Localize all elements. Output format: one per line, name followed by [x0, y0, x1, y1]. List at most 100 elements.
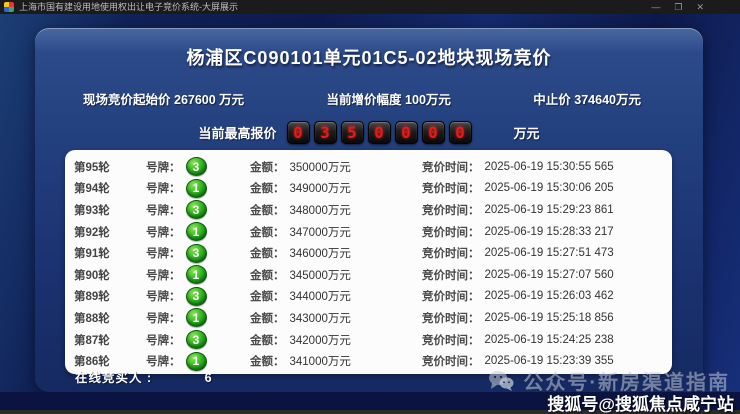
round-label: 第93轮 — [74, 204, 110, 217]
table-row: 第95轮 号牌： 3 金额： 350000万元 竞价时间： 2025-06-19… — [65, 156, 672, 178]
table-row: 第92轮 号牌： 1 金额： 347000万元 竞价时间： 2025-06-19… — [65, 221, 672, 243]
start-price-value: 267600 万元 — [174, 93, 245, 107]
window-titlebar: 上海市国有建设用地使用权出让电子竞价系统-大屏展示 — ❐ ✕ — [0, 0, 740, 14]
round-label: 第94轮 — [74, 183, 110, 196]
round-label: 第90轮 — [74, 269, 110, 282]
window-title: 上海市国有建设用地使用权出让电子竞价系统-大屏展示 — [19, 2, 238, 12]
maximize-button[interactable]: ❐ — [674, 0, 682, 14]
app-icon — [4, 2, 14, 12]
amount-cell: 金额： 347000万元 — [250, 224, 422, 240]
paddle-cell: 号牌： 3 — [146, 200, 250, 220]
bid-digit: 0 — [448, 121, 472, 144]
online-bidders: 在线竞买人 : 6 — [75, 367, 213, 386]
table-row: 第91轮 号牌： 3 金额： 346000万元 竞价时间： 2025-06-19… — [65, 242, 672, 264]
wechat-icon — [489, 370, 514, 391]
amount-cell: 金额： 342000万元 — [250, 332, 422, 348]
paddle-cell: 号牌： 3 — [146, 286, 250, 306]
start-price: 现场竞价起始价 267600 万元 — [83, 89, 244, 108]
increment-label: 当前增价幅度 — [326, 93, 402, 107]
amount-label: 金额： — [250, 334, 285, 347]
paddle-label: 号牌： — [146, 226, 181, 239]
paddle-cell: 号牌： 1 — [146, 265, 250, 285]
table-row: 第88轮 号牌： 1 金额： 343000万元 竞价时间： 2025-06-19… — [65, 307, 672, 329]
stop-price-value: 374640万元 — [574, 93, 641, 107]
amount-label: 金额： — [250, 356, 285, 369]
bid-digit: 0 — [367, 121, 391, 144]
time-value: 2025-06-19 15:24:25 238 — [484, 333, 614, 346]
time-value: 2025-06-19 15:28:33 217 — [484, 225, 614, 238]
online-bidders-value: 6 — [204, 371, 213, 385]
paddle-label: 号牌： — [146, 269, 181, 282]
amount-label: 金额： — [250, 161, 285, 174]
time-label: 竞价时间： — [422, 204, 480, 217]
highest-bid-unit: 万元 — [513, 126, 540, 141]
amount-label: 金额： — [250, 183, 285, 196]
amount-cell: 金额： 341000万元 — [250, 353, 422, 369]
paddle-badge: 3 — [185, 200, 207, 220]
amount-value: 341000万元 — [289, 356, 351, 369]
amount-value: 343000万元 — [289, 312, 351, 325]
time-value: 2025-06-19 15:27:07 560 — [484, 268, 614, 281]
bid-digit: 0 — [286, 121, 310, 144]
time-cell: 竞价时间： 2025-06-19 15:25:18 856 — [422, 310, 672, 326]
amount-value: 344000万元 — [289, 291, 351, 304]
paddle-label: 号牌： — [146, 312, 181, 325]
increment: 当前增价幅度 100万元 — [327, 89, 451, 108]
bid-table: 第95轮 号牌： 3 金额： 350000万元 竞价时间： 2025-06-19… — [65, 150, 672, 374]
time-label: 竞价时间： — [422, 248, 480, 261]
amount-label: 金额： — [250, 226, 285, 239]
round-label: 第89轮 — [74, 291, 110, 304]
amount-value: 347000万元 — [289, 226, 351, 239]
time-value: 2025-06-19 15:25:18 856 — [484, 311, 614, 324]
time-cell: 竞价时间： 2025-06-19 15:27:51 473 — [422, 245, 672, 261]
time-cell: 竞价时间： 2025-06-19 15:26:03 462 — [422, 288, 672, 304]
price-info-row: 现场竞价起始价 267600 万元 当前增价幅度 100万元 中止价 37464… — [35, 89, 703, 108]
paddle-label: 号牌： — [146, 334, 181, 347]
amount-cell: 金额： 350000万元 — [250, 159, 422, 175]
amount-cell: 金额： 344000万元 — [250, 288, 422, 304]
time-value: 2025-06-19 15:26:03 462 — [484, 290, 614, 303]
paddle-badge: 3 — [185, 330, 207, 350]
amount-value: 350000万元 — [289, 161, 351, 174]
time-label: 竞价时间： — [422, 334, 480, 347]
round-label: 第88轮 — [74, 312, 110, 325]
time-cell: 竞价时间： 2025-06-19 15:24:25 238 — [422, 332, 672, 348]
time-label: 竞价时间： — [422, 183, 480, 196]
paddle-cell: 号牌： 1 — [146, 178, 250, 198]
table-row: 第89轮 号牌： 3 金额： 344000万元 竞价时间： 2025-06-19… — [65, 286, 672, 308]
time-cell: 竞价时间： 2025-06-19 15:30:06 205 — [422, 180, 672, 196]
table-row: 第90轮 号牌： 1 金额： 345000万元 竞价时间： 2025-06-19… — [65, 264, 672, 286]
amount-value: 345000万元 — [289, 269, 351, 282]
round-label: 第91轮 — [74, 248, 110, 261]
close-button[interactable]: ✕ — [696, 0, 704, 14]
time-cell: 竞价时间： 2025-06-19 15:28:33 217 — [422, 224, 672, 240]
time-label: 竞价时间： — [422, 161, 480, 174]
paddle-badge: 3 — [185, 243, 207, 263]
paddle-label: 号牌： — [146, 183, 181, 196]
paddle-label: 号牌： — [146, 204, 181, 217]
bid-digit: 5 — [340, 121, 364, 144]
increment-value: 100万元 — [405, 93, 451, 107]
minimize-button[interactable]: — — [651, 0, 660, 14]
paddle-label: 号牌： — [146, 161, 181, 174]
paddle-cell: 号牌： 1 — [146, 222, 250, 242]
paddle-badge: 1 — [185, 308, 207, 328]
amount-cell: 金额： 345000万元 — [250, 267, 422, 283]
paddle-badge: 3 — [185, 286, 207, 306]
amount-value: 346000万元 — [289, 248, 351, 261]
paddle-badge: 3 — [185, 157, 207, 177]
table-row: 第87轮 号牌： 3 金额： 342000万元 竞价时间： 2025-06-19… — [65, 329, 672, 351]
online-bidders-label: 在线竞买人 : — [75, 371, 153, 385]
bid-digit: 3 — [313, 121, 337, 144]
amount-label: 金额： — [250, 291, 285, 304]
amount-label: 金额： — [250, 248, 285, 261]
paddle-badge: 1 — [185, 222, 207, 242]
paddle-label: 号牌： — [146, 291, 181, 304]
time-cell: 竞价时间： 2025-06-19 15:27:07 560 — [422, 267, 672, 283]
time-label: 竞价时间： — [422, 312, 480, 325]
time-label: 竞价时间： — [422, 226, 480, 239]
amount-cell: 金额： 343000万元 — [250, 310, 422, 326]
stop-price-label: 中止价 — [533, 93, 571, 107]
start-price-label: 现场竞价起始价 — [83, 93, 171, 107]
paddle-badge: 1 — [185, 178, 207, 198]
